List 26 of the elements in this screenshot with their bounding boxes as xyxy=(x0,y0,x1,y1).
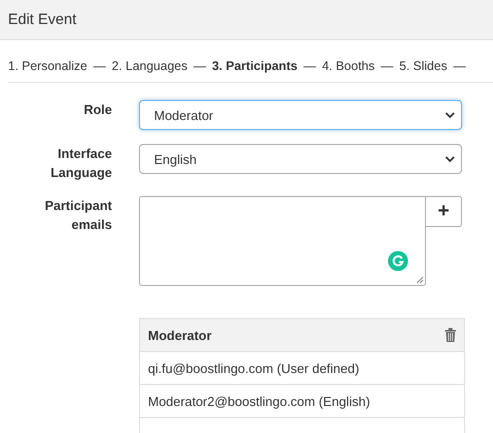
table-title: Moderator xyxy=(148,328,212,342)
emails-textarea[interactable] xyxy=(139,196,426,286)
role-select[interactable]: Moderator xyxy=(139,100,462,130)
step-separator: — xyxy=(193,59,206,73)
grammar-check-icon[interactable] xyxy=(388,251,408,271)
add-button[interactable]: + xyxy=(426,196,462,227)
wizard-step[interactable]: 4. Booths xyxy=(322,59,375,73)
field-label: Participant emails xyxy=(44,197,112,234)
chevron-down-icon xyxy=(445,112,455,118)
resize-grip-icon[interactable] xyxy=(416,276,424,284)
dialog-title: Edit Event xyxy=(8,11,76,28)
table-cell: Moderator2@boostlingo.com (English) xyxy=(140,385,464,418)
step-separator: — xyxy=(380,59,394,73)
wizard-step[interactable]: 5. Slides xyxy=(399,59,448,73)
field-label: Role xyxy=(82,101,112,119)
field-label: Interface Language xyxy=(50,145,112,182)
step-separator: — xyxy=(93,59,106,73)
language-select[interactable]: English xyxy=(139,144,462,174)
table-cell: qi.fu@boostlingo.com (User defined) xyxy=(140,352,464,385)
trash-icon[interactable] xyxy=(445,328,456,342)
wizard-step[interactable]: 2. Languages xyxy=(112,59,188,73)
chevron-down-icon xyxy=(445,156,455,162)
wizard-step[interactable]: 3. Participants xyxy=(212,59,298,73)
wizard-step[interactable]: 1. Personalize xyxy=(8,59,88,73)
step-separator: — xyxy=(303,59,316,73)
step-separator: — xyxy=(453,59,466,73)
